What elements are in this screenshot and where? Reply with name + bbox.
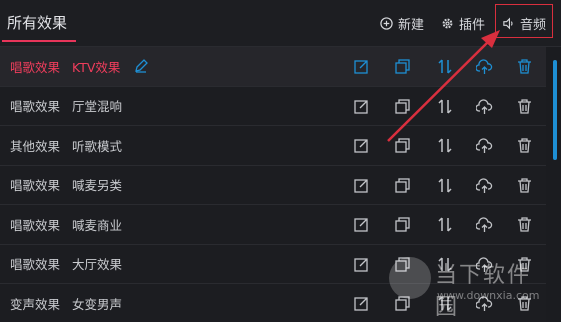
trash-icon[interactable] <box>516 177 533 194</box>
list-item[interactable]: 唱歌效果 喊麦另类 <box>0 165 546 205</box>
effect-name: 喊麦商业 <box>72 217 123 233</box>
sort-icon[interactable] <box>437 98 454 115</box>
annotation-highlight-box <box>495 4 553 38</box>
effect-category: 变声效果 <box>10 296 61 312</box>
effect-name: 厅堂混响 <box>72 99 123 115</box>
scrollbar-thumb[interactable] <box>553 60 557 160</box>
sort-icon[interactable] <box>437 256 454 273</box>
sort-icon[interactable] <box>437 177 454 194</box>
list-item[interactable]: 唱歌效果 厅堂混响 <box>0 86 546 126</box>
sort-icon[interactable] <box>437 216 454 233</box>
edit-icon[interactable] <box>353 58 370 75</box>
edit-icon[interactable] <box>353 98 370 115</box>
copy-icon[interactable] <box>394 295 411 312</box>
upload-icon[interactable] <box>475 216 493 233</box>
upload-icon[interactable] <box>475 256 493 273</box>
effect-category: 唱歌效果 <box>10 257 61 273</box>
copy-icon[interactable] <box>394 137 411 154</box>
effect-name: 女变男声 <box>72 296 123 312</box>
effect-category: 唱歌效果 <box>10 99 61 115</box>
header-bar: 所有效果 新建 插件 音频 <box>0 0 561 47</box>
upload-icon[interactable] <box>475 58 493 75</box>
upload-icon[interactable] <box>475 98 493 115</box>
effect-name: 喊麦另类 <box>72 178 123 194</box>
plugin-button[interactable]: 插件 <box>441 14 485 33</box>
edit-icon[interactable] <box>353 216 370 233</box>
effect-category: 唱歌效果 <box>10 178 61 194</box>
effect-name: KTV效果 <box>72 59 121 75</box>
effects-list: 唱歌效果 KTV效果 唱歌效果 厅堂混响 其他效果 听歌模式 唱歌效果 喊麦另类 <box>0 47 546 322</box>
page-title[interactable]: 所有效果 <box>7 12 67 33</box>
copy-icon[interactable] <box>394 216 411 233</box>
effect-category: 唱歌效果 <box>10 59 61 75</box>
effect-name: 听歌模式 <box>72 138 123 154</box>
trash-icon[interactable] <box>516 58 533 75</box>
list-item[interactable]: 其他效果 听歌模式 <box>0 126 546 166</box>
list-item[interactable]: 变声效果 女变男声 <box>0 284 546 322</box>
new-button-label: 新建 <box>398 18 425 33</box>
upload-icon[interactable] <box>475 177 493 194</box>
effect-category: 其他效果 <box>10 138 61 154</box>
trash-icon[interactable] <box>516 295 533 312</box>
list-item[interactable]: 唱歌效果 喊麦商业 <box>0 205 546 245</box>
upload-icon[interactable] <box>475 295 493 312</box>
effect-category: 唱歌效果 <box>10 217 61 233</box>
edit-icon[interactable] <box>353 295 370 312</box>
copy-icon[interactable] <box>394 256 411 273</box>
new-button[interactable]: 新建 <box>380 14 424 33</box>
list-item[interactable]: 唱歌效果 KTV效果 <box>0 47 546 87</box>
title-underline <box>2 40 76 42</box>
sort-icon[interactable] <box>437 295 454 312</box>
plus-circle-icon <box>380 17 393 30</box>
rename-pen-icon[interactable] <box>133 58 149 74</box>
gear-icon <box>442 18 453 29</box>
sort-icon[interactable] <box>437 58 454 75</box>
sort-icon[interactable] <box>437 137 454 154</box>
copy-icon[interactable] <box>394 177 411 194</box>
trash-icon[interactable] <box>516 98 533 115</box>
plugin-button-label: 插件 <box>459 18 486 33</box>
trash-icon[interactable] <box>516 137 533 154</box>
copy-icon[interactable] <box>394 58 411 75</box>
trash-icon[interactable] <box>516 256 533 273</box>
copy-icon[interactable] <box>394 98 411 115</box>
edit-icon[interactable] <box>353 256 370 273</box>
edit-icon[interactable] <box>353 177 370 194</box>
effect-name: 大厅效果 <box>72 257 123 273</box>
upload-icon[interactable] <box>475 137 493 154</box>
list-item[interactable]: 唱歌效果 大厅效果 <box>0 244 546 284</box>
edit-icon[interactable] <box>353 137 370 154</box>
trash-icon[interactable] <box>516 216 533 233</box>
